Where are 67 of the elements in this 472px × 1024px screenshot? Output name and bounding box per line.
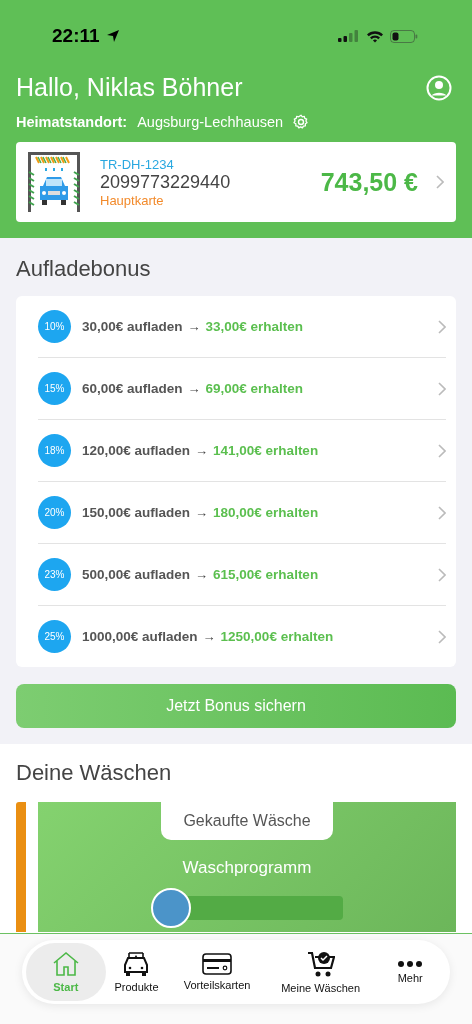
wash-card[interactable]: Gekaufte Wäsche Waschprogramm [38,802,456,932]
chevron-icon [438,381,446,396]
wash-card-tab: Gekaufte Wäsche [161,802,333,840]
receive-amount: 33,00€ erhalten [205,319,304,334]
topup-amount: 1000,00€ aufladen [82,629,198,644]
topup-amount: 60,00€ aufladen [82,381,183,396]
settings-icon[interactable] [293,114,310,130]
cart-icon [306,950,335,978]
section-title: Deine Wäschen [16,759,173,787]
wash-program-label: Waschprogramm [182,858,312,878]
tab-item[interactable]: Meine Wäschen [266,943,375,1001]
topup-amount: 150,00€ aufladen [82,505,191,520]
receive-amount: 615,00€ erhalten [213,567,319,582]
bonus-offer[interactable]: 15% 60,00€ aufladen → 69,00€ erhalten [38,358,446,420]
receive-amount: 180,00€ erhalten [213,505,319,520]
topup-amount: 500,00€ aufladen [82,567,191,582]
more-icon [397,960,424,968]
signal-icon [338,30,360,42]
receive-amount: 141,00€ erhalten [213,443,319,458]
arrow-glyph: → [202,629,216,644]
home-icon [51,951,80,977]
credit-card-icon [202,953,233,975]
chevron-icon [438,319,446,334]
arrow-glyph: → [195,443,209,458]
license-plate: TR-DH-1234 [100,156,175,172]
home-location: Augsburg-Lechhausen [137,114,284,130]
car-wash-drawing [26,150,82,214]
bonus-offer[interactable]: 10% 30,00€ aufladen → 33,00€ erhalten [38,296,446,358]
home-location-label: Heimatstandort: [16,114,128,130]
battery-icon [390,29,418,43]
topup-amount: 120,00€ aufladen [82,443,191,458]
tab-item[interactable]: Vorteilskarten [167,943,267,1001]
percent-badge: 20% [38,496,71,529]
balance-amount: 743,50 € [320,167,418,197]
chevron-icon [438,443,446,458]
arrow-glyph: → [187,319,201,334]
percent-badge: 23% [38,558,71,591]
receive-amount: 69,00€ erhalten [205,381,304,396]
wifi-icon [366,29,384,43]
percent-badge: 25% [38,620,71,653]
chevron-icon [438,567,446,582]
bonus-offer[interactable]: 25% 1000,00€ aufladen → 1250,00€ erhalten [38,606,446,667]
tab-item[interactable]: Mehr [374,943,446,1001]
percent-badge: 15% [38,372,71,405]
customer-card[interactable]: TR-DH-1234 2099773229440 Hauptkarte 743,50 € [16,142,456,222]
profile-icon[interactable] [426,74,452,101]
tab-item[interactable]: Produkte [105,943,168,1001]
arrow-glyph: → [187,381,201,396]
card-number: 2099773229440 [100,171,231,193]
bonus-offer[interactable]: 20% 150,00€ aufladen → 180,00€ erhalten [38,482,446,544]
arrow-glyph: → [195,567,209,582]
percent-badge: 10% [38,310,71,343]
arrow-glyph: → [195,505,209,520]
bonus-offer[interactable]: 23% 500,00€ aufladen → 615,00€ erhalten [38,544,446,606]
status-time: 22:11 [52,25,100,47]
bonus-offer[interactable]: 18% 120,00€ aufladen → 141,00€ erhalten [38,420,446,482]
greeting-title: Hallo, Niklas Böhner [16,73,243,102]
chevron-icon [438,505,446,520]
location-arrow-icon [105,29,120,43]
chevron-icon [436,175,444,189]
program-circle [151,888,191,928]
receive-amount: 1250,00€ erhalten [220,629,334,644]
card-type: Hauptkarte [100,192,165,208]
percent-badge: 18% [38,434,71,467]
section-title: Aufladebonus [16,255,152,283]
chevron-icon [438,629,446,644]
topup-amount: 30,00€ aufladen [82,319,183,334]
